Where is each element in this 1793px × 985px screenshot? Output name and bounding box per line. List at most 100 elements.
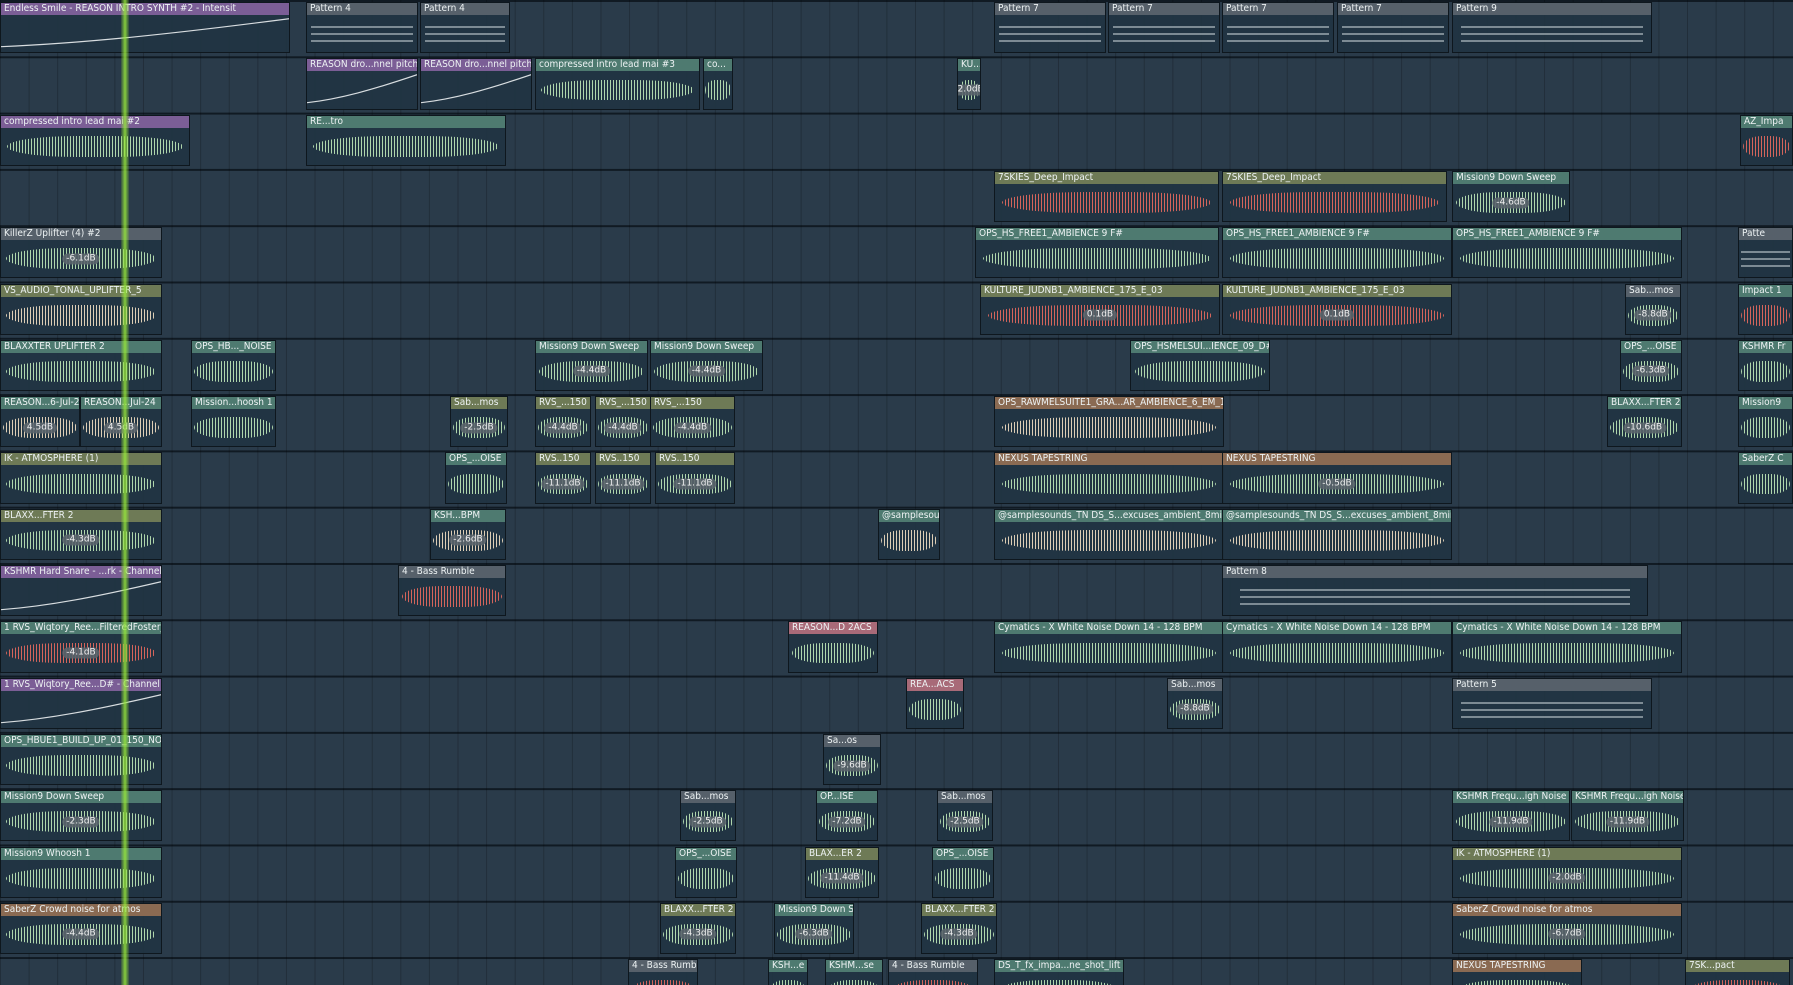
pattern-clip[interactable]: Pattern 7	[1222, 2, 1334, 54]
audio-clip[interactable]: Sab...mos -2.5dB	[937, 790, 993, 842]
audio-clip[interactable]: BLAX...ER 2 -11.4dB	[805, 846, 879, 898]
pattern-clip[interactable]: Patte	[1738, 227, 1793, 279]
audio-clip[interactable]: Mission9 Down Sweep -4.4dB	[650, 339, 763, 392]
clip-label: OPS_...OISE	[446, 453, 506, 466]
audio-clip[interactable]: OPS_HSMELSUI...IENCE_09_D#	[1130, 339, 1270, 392]
audio-clip[interactable]: 4 - Bass Rumble	[888, 959, 978, 985]
audio-clip[interactable]: OPS_...OISE	[932, 846, 994, 898]
audio-clip[interactable]: VS_AUDIO_TONAL_UPLIFTER_5	[0, 283, 162, 335]
playhead-marker[interactable]	[121, 0, 129, 985]
audio-clip[interactable]: OPS_...OISE	[445, 452, 507, 504]
audio-clip[interactable]: Mission9	[1738, 396, 1793, 448]
automation-clip[interactable]: REASON dro...nnel pitch	[306, 58, 418, 110]
audio-clip[interactable]: OP...ISE -7.2dB	[816, 790, 878, 842]
audio-clip[interactable]: KSHM...se	[825, 959, 883, 985]
playlist-arrangement[interactable]: Endless Smile - REASON INTRO SYNTH #2 - …	[0, 0, 1793, 985]
pattern-clip[interactable]: Pattern 4	[420, 2, 510, 54]
gain-badge: 0.1dB	[1082, 309, 1118, 321]
pattern-clip[interactable]: Pattern 7	[1337, 2, 1449, 54]
audio-clip[interactable]: 7SKIES_Deep_Impact	[994, 170, 1219, 223]
audio-clip[interactable]: BLAXX...FTER 2 -10.6dB	[1607, 396, 1682, 448]
audio-clip[interactable]: RVS..150 -11.1dB	[535, 452, 591, 504]
audio-clip[interactable]: Sab...mos -8.8dB	[1167, 677, 1223, 729]
audio-clip[interactable]: Mission9 Down Sweep -4.6dB	[1452, 170, 1570, 223]
audio-clip[interactable]: SaberZ Crowd noise for atmos -4.4dB	[0, 902, 162, 955]
audio-clip[interactable]: Mission9 Down Sweep -2.3dB	[0, 790, 162, 842]
pattern-clip[interactable]: Pattern 7	[994, 2, 1106, 54]
audio-clip[interactable]: RVS_...150 -4.4dB	[650, 396, 735, 448]
audio-clip[interactable]: IK - ATMOSPHERE (1)	[0, 452, 162, 504]
audio-clip[interactable]: NEXUS TAPESTRING	[1452, 959, 1582, 985]
audio-clip[interactable]: REASON...D 2ACS	[788, 621, 878, 673]
audio-clip[interactable]: Cymatics - X White Noise Down 14 - 128 B…	[994, 621, 1224, 673]
audio-clip[interactable]: 7SK...pact	[1685, 959, 1790, 985]
audio-clip[interactable]: BLAXX...FTER 2 -4.3dB	[0, 508, 162, 560]
audio-clip[interactable]: NEXUS TAPESTRING	[994, 452, 1224, 504]
audio-clip[interactable]: 7SKIES_Deep_Impact	[1222, 170, 1447, 223]
audio-clip[interactable]: BLAXXTER UPLIFTER 2	[0, 339, 162, 392]
audio-clip[interactable]: compressed intro lead mai #2	[0, 114, 190, 166]
audio-clip[interactable]: @samplesounds_TN DS_S...excuses_ambient_…	[878, 508, 940, 560]
automation-clip[interactable]: KSHMR Hard Snare - ...rk - Channel pitch	[0, 565, 162, 617]
pattern-clip[interactable]: Pattern 4	[306, 2, 418, 54]
audio-clip[interactable]: KSH...e	[768, 959, 808, 985]
audio-clip[interactable]: Sab...mos -8.8dB	[1625, 283, 1681, 335]
audio-clip[interactable]: Mission9 Down Sweep -4.4dB	[535, 339, 648, 392]
pattern-clip[interactable]: Pattern 5	[1452, 677, 1652, 729]
pattern-clip[interactable]: Pattern 7	[1108, 2, 1220, 54]
audio-clip[interactable]: KSH...BPM -2.6dB	[430, 508, 506, 560]
audio-clip[interactable]: RVS_...150 -4.4dB	[535, 396, 591, 448]
audio-clip[interactable]: 4 - Bass Rumble	[628, 959, 698, 985]
audio-clip[interactable]: KSHMR Frequ...igh Noise -11.9dB	[1452, 790, 1570, 842]
audio-clip[interactable]: @samplesounds_TN DS_S...excuses_ambient_…	[1222, 508, 1452, 560]
audio-clip[interactable]: KULTURE_JUDNB1_AMBIENCE_175_E_03 0.1dB	[1222, 283, 1452, 335]
audio-clip[interactable]: compressed intro lead mai #3	[535, 58, 700, 110]
automation-clip[interactable]: 1 RVS_Wiqtory_Ree...D# - Channel pitch	[0, 677, 162, 729]
audio-clip[interactable]: REA...ACS	[906, 677, 964, 729]
audio-clip[interactable]: DS_T_fx_impa...ne_shot_lift	[994, 959, 1124, 985]
audio-clip[interactable]: co...	[703, 58, 733, 110]
audio-clip[interactable]: SaberZ C	[1738, 452, 1793, 504]
audio-clip[interactable]: Cymatics - X White Noise Down 14 - 128 B…	[1452, 621, 1682, 673]
pattern-clip[interactable]: Pattern 8	[1222, 565, 1648, 617]
audio-clip[interactable]: RE...tro	[306, 114, 506, 166]
audio-clip[interactable]: 4 - Bass Rumble	[398, 565, 506, 617]
audio-clip[interactable]: OPS_HS_FREE1_AMBIENCE 9 F#	[1452, 227, 1682, 279]
audio-clip[interactable]: Mission9 Whoosh 1	[0, 846, 162, 898]
automation-clip[interactable]: Endless Smile - REASON INTRO SYNTH #2 - …	[0, 2, 290, 54]
audio-clip[interactable]: BLAXX...FTER 2 -4.3dB	[921, 902, 997, 955]
audio-clip[interactable]: Mission...hoosh 1	[191, 396, 276, 448]
audio-clip[interactable]: OPS_HS_FREE1_AMBIENCE 9 F#	[975, 227, 1219, 279]
waveform	[5, 361, 157, 382]
audio-clip[interactable]: KSHMR Frequ...igh Noise -11.9dB	[1571, 790, 1684, 842]
audio-clip[interactable]: OPS_HBUE1_BUILD_UP_01_150_NOISE	[0, 733, 162, 786]
audio-clip[interactable]: RVS_...150 -4.4dB	[595, 396, 651, 448]
audio-clip[interactable]: Sa...os -9.6dB	[823, 733, 881, 786]
audio-clip[interactable]: @samplesounds_TN DS_S...excuses_ambient_…	[994, 508, 1224, 560]
audio-clip[interactable]: Impact 1	[1738, 283, 1793, 335]
automation-clip[interactable]: REASON dro...nnel pitch	[420, 58, 532, 110]
audio-clip[interactable]: RVS..150 -11.1dB	[655, 452, 735, 504]
audio-clip[interactable]: NEXUS TAPESTRING -0.5dB	[1222, 452, 1452, 504]
audio-clip[interactable]: Mission9 Down Sweep -6.3dB	[774, 902, 854, 955]
audio-clip[interactable]: KSHMR Fr	[1738, 339, 1793, 392]
audio-clip[interactable]: Sab...mos -2.5dB	[450, 396, 508, 448]
audio-clip[interactable]: OPS_RAWMELSUITE1_GRA...AR_AMBIENCE_6_EM_…	[994, 396, 1224, 448]
pattern-clip[interactable]: Pattern 9	[1452, 2, 1652, 54]
audio-clip[interactable]: Cymatics - X White Noise Down 14 - 128 B…	[1222, 621, 1452, 673]
audio-clip[interactable]: IK - ATMOSPHERE (1) -2.0dB	[1452, 846, 1682, 898]
audio-clip[interactable]: REASON...6-Jul-24 4.5dB	[0, 396, 80, 448]
audio-clip[interactable]: BLAXX...FTER 2 -4.3dB	[660, 902, 736, 955]
audio-clip[interactable]: OPS_...OISE	[675, 846, 737, 898]
audio-clip[interactable]: Sab...mos -2.5dB	[680, 790, 736, 842]
audio-clip[interactable]: KillerZ Uplifter (4) #2 -6.1dB	[0, 227, 162, 279]
audio-clip[interactable]: KU...A -2.0dB	[957, 58, 981, 110]
audio-clip[interactable]: OPS_...OISE -6.3dB	[1620, 339, 1682, 392]
audio-clip[interactable]: OPS_HB..._NOISE	[191, 339, 276, 392]
audio-clip[interactable]: SaberZ Crowd noise for atmos -6.7dB	[1452, 902, 1682, 955]
audio-clip[interactable]: OPS_HS_FREE1_AMBIENCE 9 F#	[1222, 227, 1452, 279]
audio-clip[interactable]: AZ_Impa	[1740, 114, 1793, 166]
audio-clip[interactable]: RVS..150 -11.1dB	[595, 452, 651, 504]
audio-clip[interactable]: KULTURE_JUDNB1_AMBIENCE_175_E_03 0.1dB	[980, 283, 1220, 335]
audio-clip[interactable]: 1 RVS_Wiqtory_Ree...FilteredFoster_D# -4.…	[0, 621, 162, 673]
